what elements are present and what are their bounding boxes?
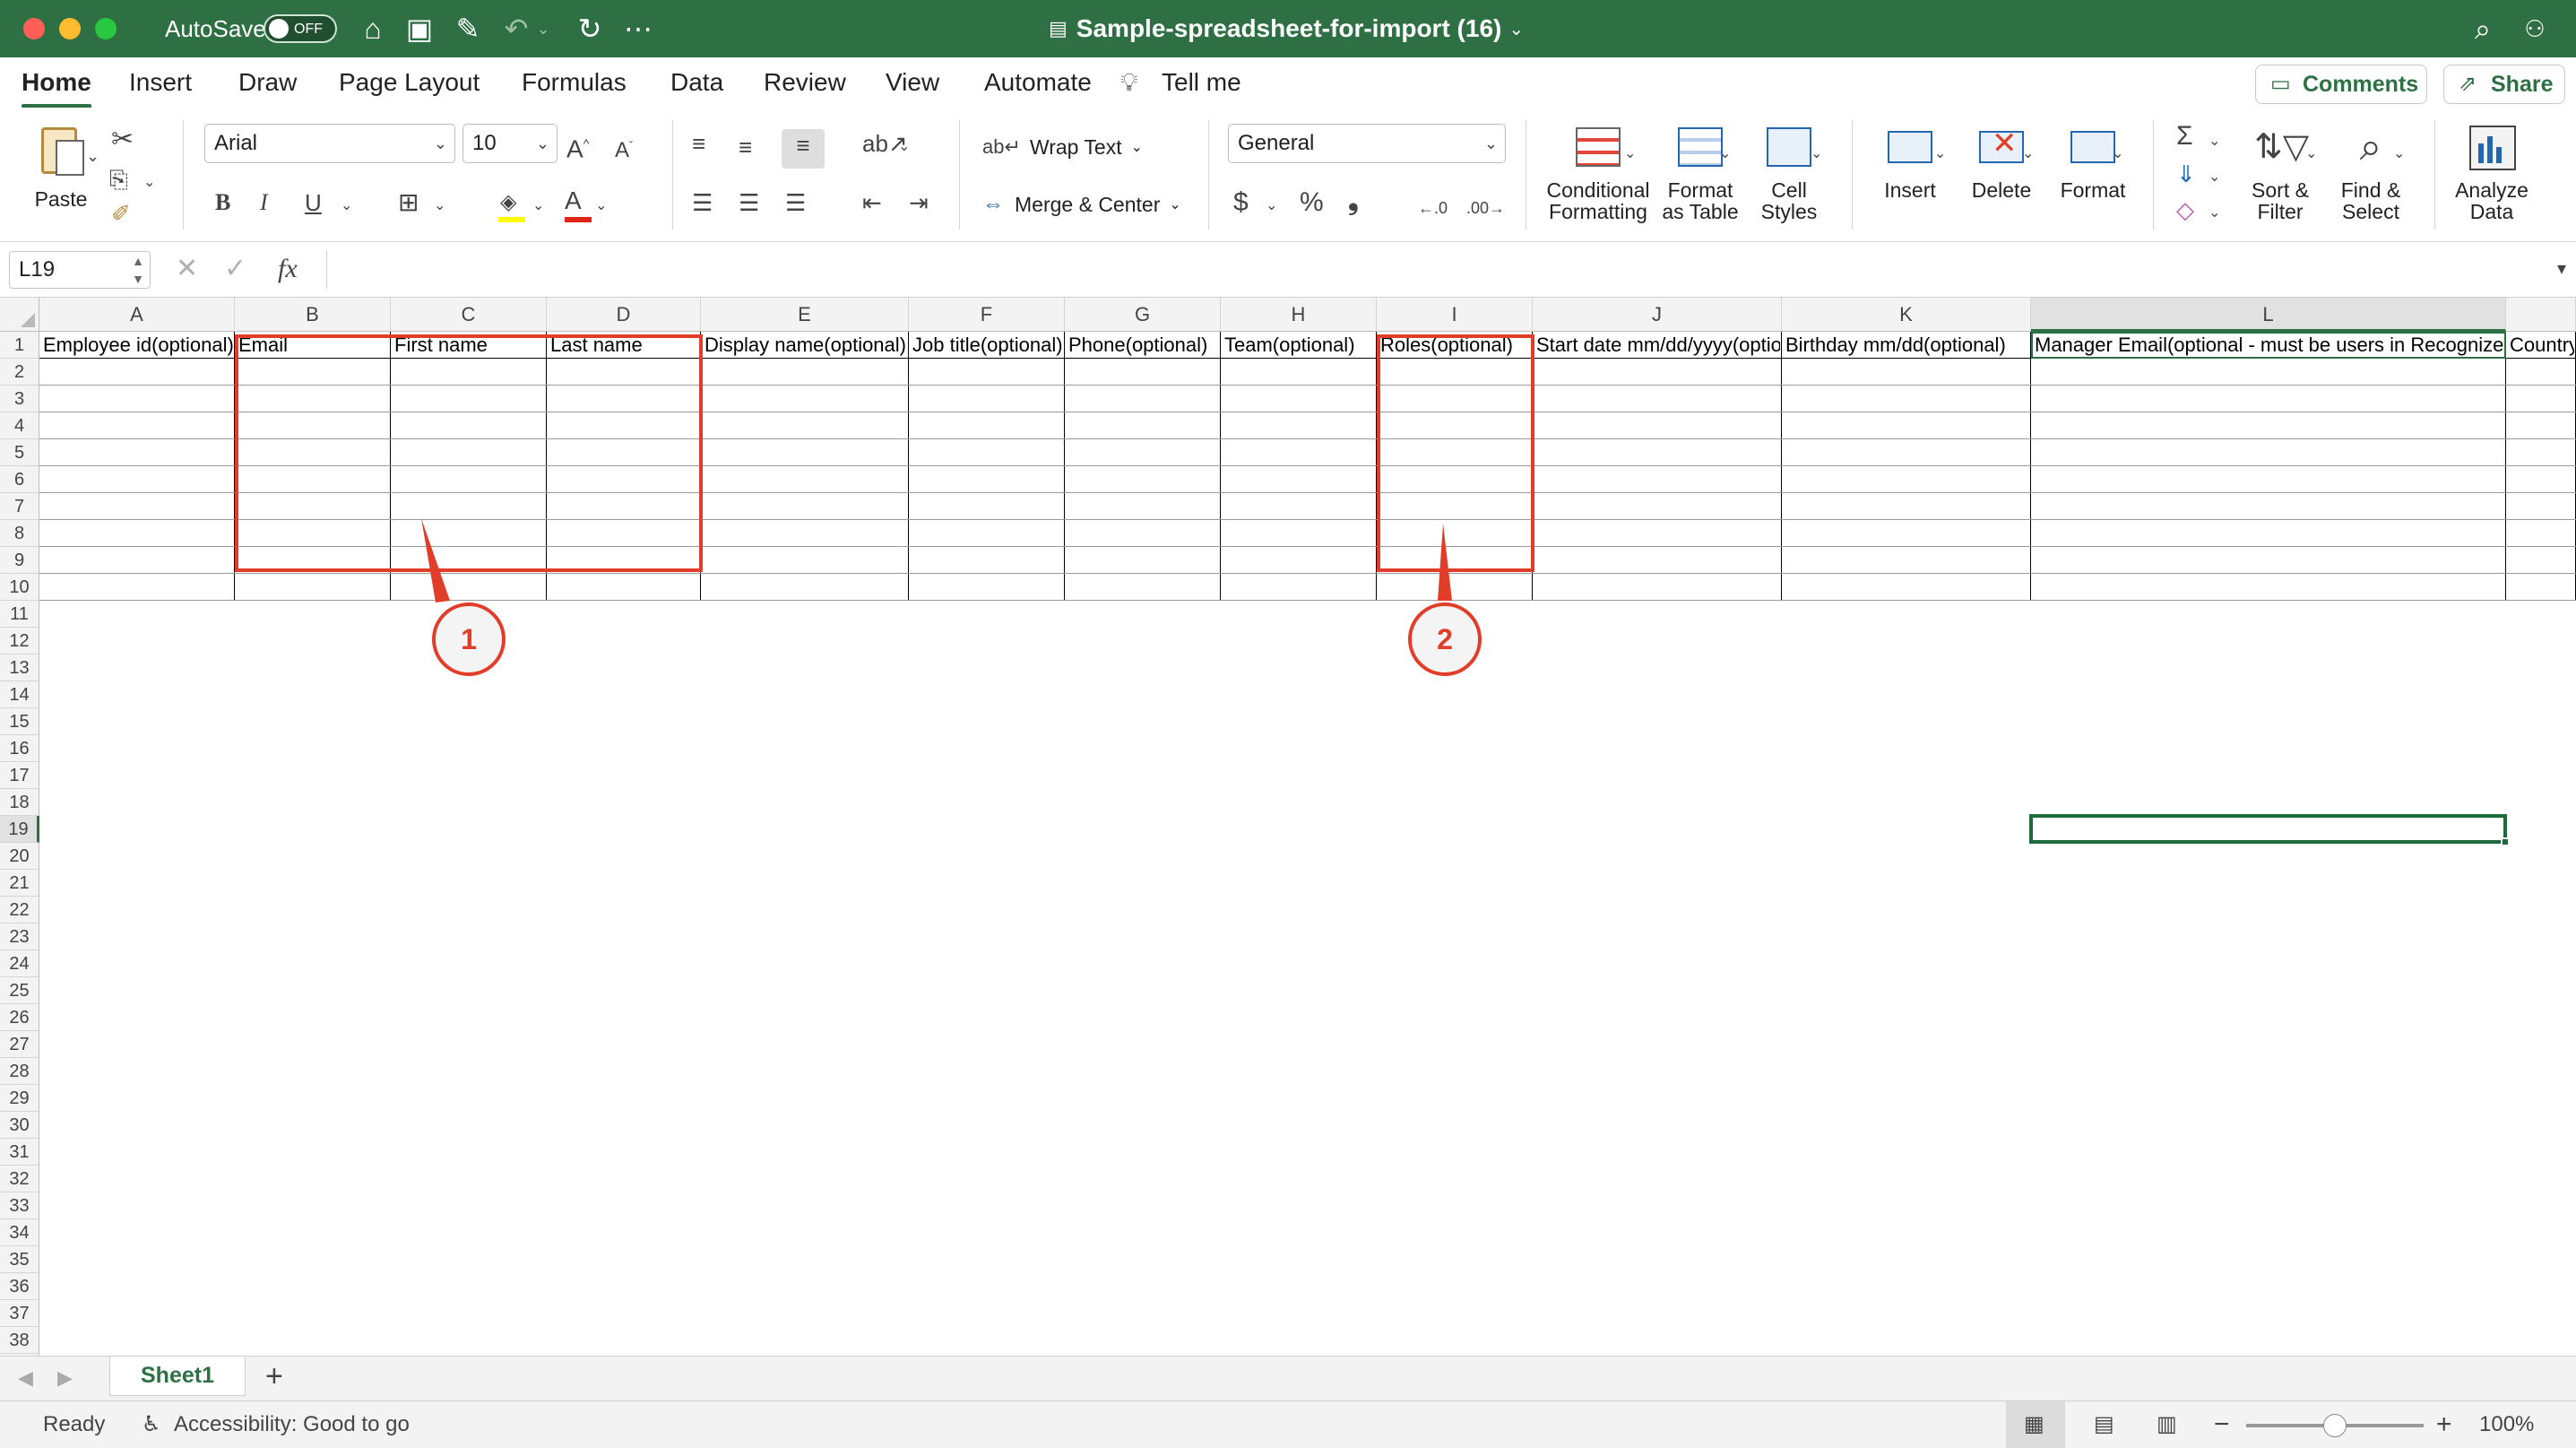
zoom-slider[interactable]	[2246, 1414, 2424, 1437]
annotation-pointers	[421, 518, 1452, 603]
normal-view-button[interactable]: ▦	[2006, 1401, 2065, 1448]
zoom-level[interactable]: 100%	[2479, 1401, 2534, 1448]
page-break-view-icon[interactable]: ▥	[2157, 1401, 2177, 1448]
page-layout-view-icon[interactable]: ▤	[2094, 1401, 2114, 1448]
sheet-tab-sheet1[interactable]: Sheet1	[109, 1357, 246, 1396]
zoom-in-icon[interactable]: +	[2436, 1401, 2452, 1448]
next-sheet-icon[interactable]: ▶	[57, 1362, 73, 1394]
add-sheet-button[interactable]: +	[265, 1360, 283, 1392]
accessibility-icon[interactable]: ♿︎	[142, 1401, 161, 1448]
zoom-slider-thumb[interactable]	[2323, 1414, 2347, 1437]
annotation-callout-1: 1	[432, 603, 506, 676]
previous-sheet-icon[interactable]: ◀	[18, 1362, 33, 1394]
status-ready: Ready	[43, 1412, 106, 1436]
zoom-out-icon[interactable]: −	[2214, 1401, 2230, 1448]
sheet-tab-bar: ◀ ▶ Sheet1 +	[0, 1356, 2576, 1400]
annotation-pointer-1	[421, 518, 450, 603]
status-bar: Ready ♿︎ Accessibility: Good to go ▦ ▤ ▥…	[0, 1400, 2576, 1448]
grid-icon: ▦	[2024, 1412, 2044, 1436]
accessibility-status[interactable]: Accessibility: Good to go	[174, 1401, 410, 1448]
annotation-callout-2: 2	[1408, 603, 1482, 676]
annotation-pointer-2	[1438, 524, 1452, 601]
